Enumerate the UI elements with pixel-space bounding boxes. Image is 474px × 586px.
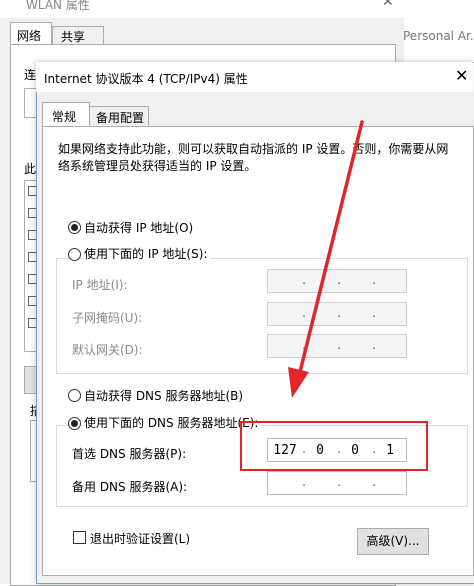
label-auto-ip[interactable]: 自动获得 IP 地址(O) (84, 219, 193, 236)
description-line-1: 如果网络支持此功能，则可以获取自动指派的 IP 设置。否则，你需要从网 (58, 142, 449, 156)
background-partial-label: 此 (24, 162, 37, 176)
label-validate-settings[interactable]: 退出时验证设置(L) (90, 530, 190, 547)
label-auto-dns[interactable]: 自动获得 DNS 服务器地址(B) (84, 387, 243, 404)
highlight-box (240, 421, 428, 471)
label-ip-address: IP 地址(I): (72, 278, 128, 292)
label-subnet-mask: 子网掩码(U): (72, 311, 143, 325)
background-partial-label: 连 (24, 68, 37, 82)
tab-alternate-config[interactable]: 备用配置 (89, 106, 149, 127)
subnet-mask-input[interactable]: . . . (267, 302, 407, 326)
background-window-title: WLAN 属性 (26, 0, 90, 12)
validate-checkbox[interactable] (73, 531, 86, 544)
default-gateway-input[interactable]: . . . (267, 334, 407, 358)
description-line-2: 络系统管理员处获得适当的 IP 设置。 (58, 159, 257, 173)
radio-auto-dns[interactable] (68, 389, 81, 402)
label-preferred-dns: 首选 DNS 服务器(P): (72, 447, 187, 461)
background-close-icon[interactable]: ✕ (382, 0, 394, 10)
radio-auto-ip[interactable] (68, 221, 81, 234)
alternate-dns-input[interactable]: . . . (267, 471, 407, 495)
dialog-title: Internet 协议版本 4 (TCP/IPv4) 属性 (44, 72, 248, 86)
tab-general[interactable]: 常规 (42, 102, 90, 127)
ip-address-input[interactable]: . . . (267, 269, 407, 293)
background-tab-sharing[interactable]: 共享 (52, 26, 104, 45)
background-tab-network[interactable]: 网络 (10, 22, 52, 45)
label-default-gateway: 默认网关(D): (72, 343, 143, 357)
radio-manual-ip[interactable] (68, 248, 81, 261)
close-icon[interactable]: ✕ (455, 66, 468, 85)
label-manual-dns[interactable]: 使用下面的 DNS 服务器地址(E): (84, 414, 262, 431)
radio-manual-dns[interactable] (68, 417, 81, 430)
label-manual-ip[interactable]: 使用下面的 IP 地址(S): (84, 245, 211, 262)
label-alternate-dns: 备用 DNS 服务器(A): (72, 480, 188, 494)
advanced-button[interactable]: 高级(V)... (357, 528, 429, 555)
right-background-text: Personal Ar... (403, 29, 474, 43)
